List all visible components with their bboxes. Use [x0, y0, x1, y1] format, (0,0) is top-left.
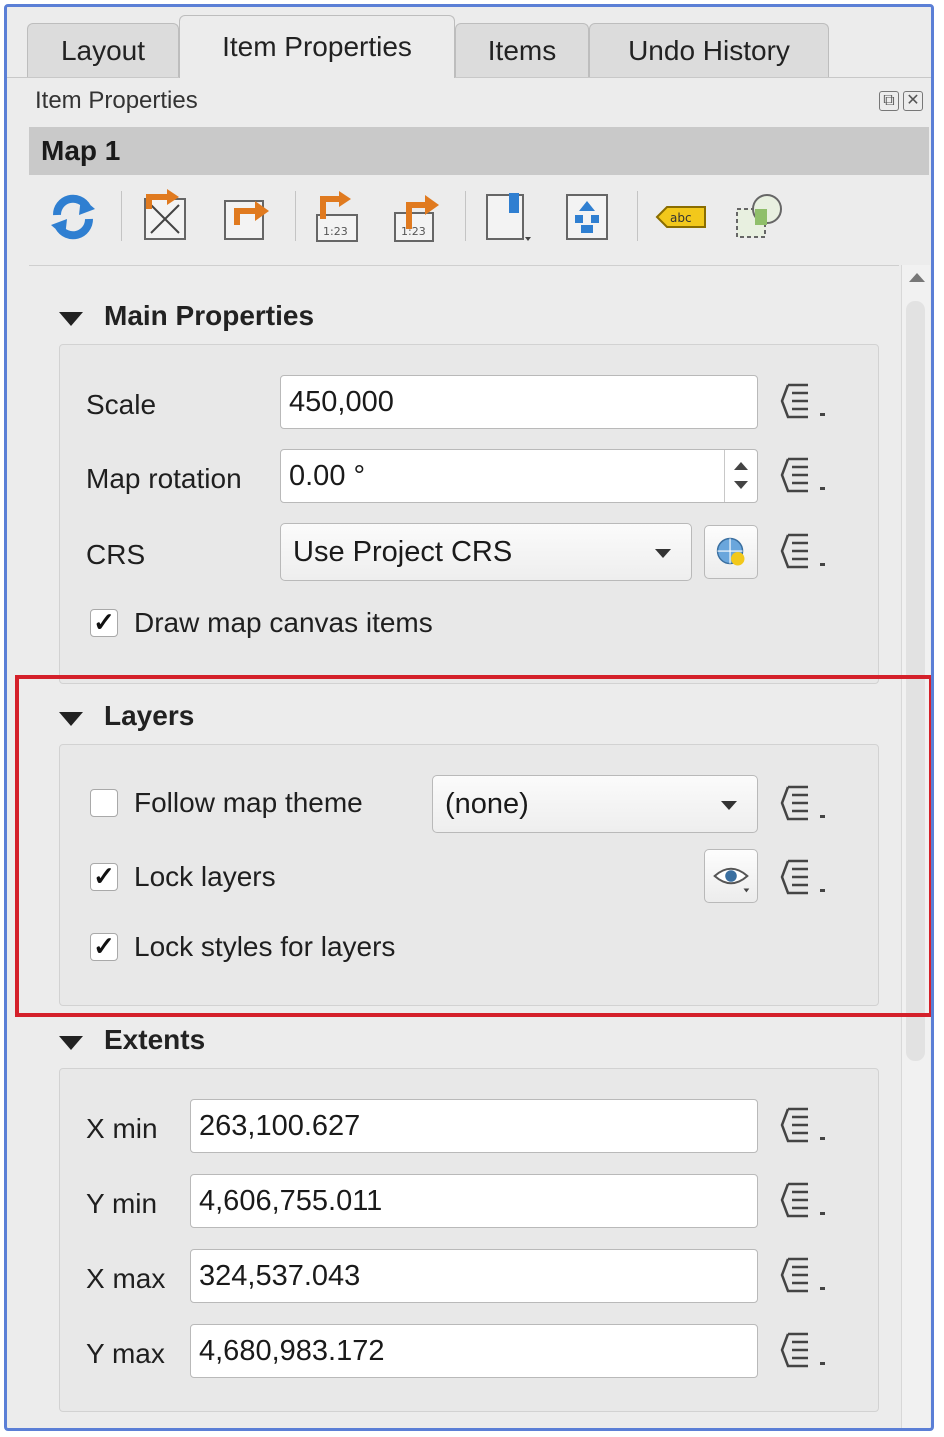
- clip-icon[interactable]: [733, 189, 789, 245]
- ymax-input[interactable]: 4,680,983.172: [190, 1324, 758, 1378]
- set-scale-icon[interactable]: 1:23: [309, 189, 365, 245]
- data-defined-override-icon[interactable]: [780, 455, 830, 495]
- rotation-input[interactable]: 0.00 °: [280, 449, 758, 503]
- main-properties-group: Scale 450,000 Map rotation 0.00 ° CRS Us…: [59, 344, 879, 684]
- rotation-spinner[interactable]: [724, 450, 757, 502]
- close-icon[interactable]: ✕: [903, 91, 923, 111]
- data-defined-override-icon[interactable]: [780, 381, 830, 421]
- xmin-input[interactable]: 263,100.627: [190, 1099, 758, 1153]
- rotation-label: Map rotation: [86, 463, 242, 494]
- dock-buttons: ⧉ ✕: [879, 91, 923, 111]
- svg-text:1:23: 1:23: [323, 225, 348, 238]
- draw-items-label: Draw map canvas items: [134, 607, 433, 638]
- data-defined-override-icon[interactable]: [780, 1105, 830, 1145]
- view-extent-icon[interactable]: [219, 189, 275, 245]
- tab-undo-history[interactable]: Undo History: [589, 23, 829, 77]
- set-extent-icon[interactable]: [139, 189, 195, 245]
- map-item-toolbar: 1:23 1:23 abc: [29, 183, 929, 259]
- tab-bar: Layout Item Properties Items Undo Histor…: [7, 7, 931, 78]
- svg-text:1:23: 1:23: [401, 225, 426, 238]
- main-properties-title: Main Properties: [104, 300, 315, 331]
- item-properties-panel: Layout Item Properties Items Undo Histor…: [4, 4, 934, 1431]
- tab-item-properties[interactable]: Item Properties: [179, 15, 455, 78]
- scale-input[interactable]: 450,000: [280, 375, 758, 429]
- tab-items[interactable]: Items: [455, 23, 589, 77]
- labels-icon[interactable]: abc: [653, 189, 709, 245]
- crs-select[interactable]: Use Project CRS: [280, 523, 692, 581]
- crs-label: CRS: [86, 539, 146, 570]
- collapse-arrow-icon[interactable]: [59, 1036, 83, 1050]
- ymin-label: Y min: [86, 1188, 158, 1219]
- layers-highlight-box: [15, 675, 931, 1017]
- select-crs-button[interactable]: [704, 525, 758, 579]
- crs-value: Use Project CRS: [293, 536, 513, 568]
- extents-title: Extents: [104, 1024, 206, 1055]
- panel-title: Item Properties: [35, 87, 198, 114]
- draw-items-checkbox[interactable]: ✓: [90, 609, 118, 637]
- rotation-value: 0.00 °: [289, 460, 366, 492]
- svg-text:abc: abc: [670, 211, 692, 225]
- data-defined-override-icon[interactable]: [780, 531, 830, 571]
- globe-icon: [716, 537, 745, 566]
- atlas-icon[interactable]: [561, 189, 617, 245]
- ymax-label: Y max: [86, 1338, 165, 1369]
- xmin-label: X min: [86, 1113, 158, 1144]
- scale-label: Scale: [86, 389, 157, 420]
- xmax-input[interactable]: 324,537.043: [190, 1249, 758, 1303]
- extents-group: X min 263,100.627 Y min 4,606,755.011 X …: [59, 1068, 879, 1412]
- collapse-arrow-icon[interactable]: [59, 312, 83, 326]
- view-scale-icon[interactable]: 1:23: [389, 189, 445, 245]
- xmax-label: X max: [86, 1263, 166, 1294]
- ymin-input[interactable]: 4,606,755.011: [190, 1174, 758, 1228]
- item-name-header: Map 1: [29, 127, 929, 175]
- data-defined-override-icon[interactable]: [780, 1255, 830, 1295]
- refresh-icon[interactable]: [45, 189, 101, 245]
- scroll-up-icon[interactable]: [909, 273, 925, 282]
- bookmark-icon[interactable]: [481, 189, 537, 245]
- data-defined-override-icon[interactable]: [780, 1180, 830, 1220]
- tab-layout[interactable]: Layout: [27, 23, 179, 77]
- float-icon[interactable]: ⧉: [879, 91, 899, 111]
- data-defined-override-icon[interactable]: [780, 1330, 830, 1370]
